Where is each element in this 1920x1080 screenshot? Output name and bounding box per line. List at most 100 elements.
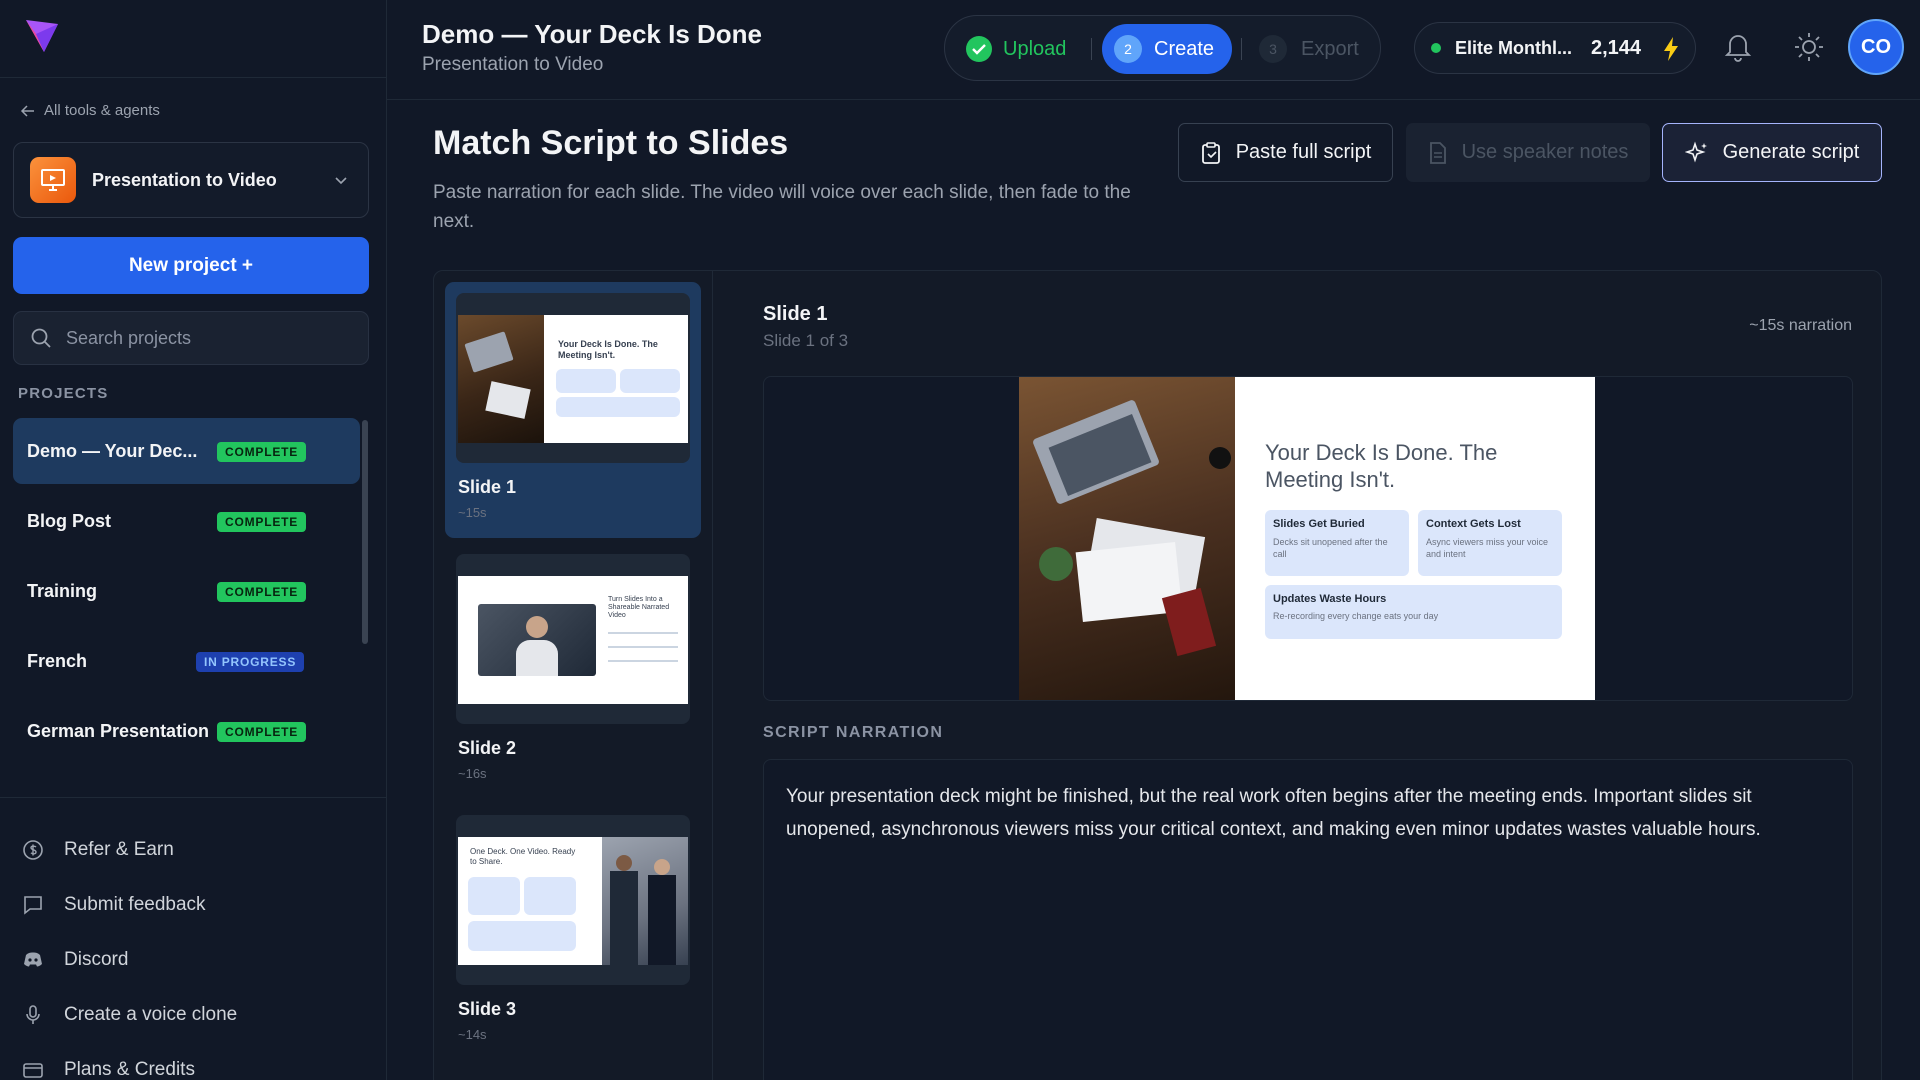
business-photo bbox=[602, 837, 688, 965]
slide-card-text: Async viewers miss your voice and intent bbox=[1426, 537, 1549, 559]
project-list-scrollbar[interactable] bbox=[362, 420, 368, 644]
status-badge: COMPLETE bbox=[217, 512, 307, 532]
thumbnail-frame: Turn Slides Into a Shareable Narrated Vi… bbox=[456, 554, 690, 724]
slide-thumbnail-title: Slide 3 bbox=[458, 999, 517, 1019]
slide-card bbox=[468, 877, 520, 915]
project-item[interactable]: Demo — Your Dec... COMPLETE bbox=[13, 418, 360, 484]
slide-thumbnail[interactable]: One Deck. One Video. Ready to Share. Sli… bbox=[445, 804, 701, 1060]
tool-selector[interactable]: Presentation to Video bbox=[13, 142, 369, 218]
slide-card bbox=[620, 369, 680, 393]
step-export: 3 Export bbox=[1259, 24, 1359, 74]
credit-card-icon bbox=[23, 1062, 43, 1078]
discord-link[interactable]: Discord bbox=[22, 932, 237, 987]
slide-thumbnail[interactable]: Turn Slides Into a Shareable Narrated Vi… bbox=[445, 543, 701, 799]
refer-earn-link[interactable]: Refer & Earn bbox=[22, 822, 237, 877]
slide-card bbox=[556, 397, 680, 417]
desk-photo bbox=[458, 315, 544, 443]
section-description: Paste narration for each slide. The vide… bbox=[433, 182, 1131, 232]
step-divider bbox=[1091, 38, 1092, 60]
slide-heading: Turn Slides Into a Shareable Narrated Vi… bbox=[608, 596, 670, 619]
plans-credits-label: Plans & Credits bbox=[64, 1058, 195, 1080]
sun-icon[interactable] bbox=[1792, 30, 1826, 64]
step-export-label: Export bbox=[1301, 37, 1359, 60]
credit-count: 2,144 bbox=[1591, 36, 1642, 59]
slide-card-text: Re-recording every change eats your day bbox=[1273, 611, 1439, 621]
discord-label: Discord bbox=[64, 948, 129, 970]
sidebar-footer-links: Refer & Earn Submit feedback Discord Cre… bbox=[22, 822, 237, 1080]
use-speaker-notes-button[interactable]: Use speaker notes bbox=[1406, 123, 1650, 182]
search-input[interactable] bbox=[66, 327, 346, 349]
all-tools-link[interactable]: All tools & agents bbox=[20, 102, 160, 119]
step-number: 2 bbox=[1114, 35, 1142, 63]
bell-icon[interactable] bbox=[1724, 30, 1752, 64]
submit-feedback-link[interactable]: Submit feedback bbox=[22, 877, 237, 932]
refer-earn-label: Refer & Earn bbox=[64, 838, 174, 860]
slide-card: Context Gets Lost Async viewers miss you… bbox=[1418, 510, 1562, 576]
slide-card-title: Updates Waste Hours bbox=[1273, 593, 1387, 605]
project-name: Demo — Your Dec... bbox=[27, 440, 198, 461]
project-item[interactable]: Blog Post COMPLETE bbox=[13, 488, 360, 554]
script-narration-textarea[interactable]: Your presentation deck might be finished… bbox=[763, 759, 1853, 1080]
voice-clone-link[interactable]: Create a voice clone bbox=[22, 987, 237, 1042]
use-speaker-notes-label: Use speaker notes bbox=[1461, 141, 1629, 163]
sidebar: All tools & agents Presentation to Video… bbox=[0, 0, 387, 1080]
top-header: Demo — Your Deck Is Done Presentation to… bbox=[387, 0, 1920, 100]
sparkles-icon bbox=[1684, 140, 1707, 163]
sidebar-header bbox=[0, 0, 386, 78]
script-narration-label: SCRIPT NARRATION bbox=[763, 724, 944, 741]
paste-full-script-button[interactable]: Paste full script bbox=[1178, 123, 1393, 182]
slide-3-image: One Deck. One Video. Ready to Share. bbox=[458, 837, 688, 965]
generate-script-button[interactable]: Generate script bbox=[1662, 123, 1882, 182]
clipboard-icon bbox=[1201, 141, 1220, 164]
slide-card: Updates Waste Hours Re-recording every c… bbox=[1265, 585, 1562, 639]
project-item[interactable]: Training COMPLETE bbox=[13, 558, 360, 624]
slide-2-image: Turn Slides Into a Shareable Narrated Vi… bbox=[458, 576, 688, 704]
document-icon bbox=[1429, 141, 1446, 164]
presentation-icon bbox=[30, 157, 76, 203]
slides-panel: Your Deck Is Done. The Meeting Isn't. Sl… bbox=[433, 270, 1882, 1080]
desk-photo bbox=[1019, 377, 1235, 700]
step-create[interactable]: 2 Create bbox=[1102, 24, 1232, 74]
paste-full-script-label: Paste full script bbox=[1235, 141, 1372, 163]
project-name: Blog Post bbox=[27, 510, 111, 531]
app-logo[interactable] bbox=[22, 16, 62, 56]
projects-heading: PROJECTS bbox=[18, 385, 109, 402]
slide-thumbnail[interactable]: Your Deck Is Done. The Meeting Isn't. Sl… bbox=[445, 282, 701, 538]
user-avatar[interactable]: CO bbox=[1848, 19, 1904, 75]
narration-duration: ~15s narration bbox=[1749, 317, 1852, 334]
step-upload[interactable]: Upload bbox=[965, 24, 1066, 74]
step-number: 3 bbox=[1259, 35, 1287, 63]
slide-detail-title: Slide 1 bbox=[763, 303, 828, 325]
generate-script-label: Generate script bbox=[1722, 141, 1860, 163]
slide-card: Slides Get Buried Decks sit unopened aft… bbox=[1265, 510, 1409, 576]
project-item[interactable]: German Presentation COMPLETE bbox=[13, 698, 360, 764]
slide-detail-subtitle: Slide 1 of 3 bbox=[763, 331, 849, 350]
new-project-button[interactable]: New project + bbox=[13, 237, 369, 294]
search-box bbox=[13, 311, 369, 365]
slide-preview-image: Your Deck Is Done. The Meeting Isn't. Sl… bbox=[1019, 377, 1595, 700]
project-list: Demo — Your Dec... COMPLETE Blog Post CO… bbox=[13, 418, 360, 768]
microphone-icon bbox=[26, 1004, 40, 1024]
plans-credits-link[interactable]: Plans & Credits bbox=[22, 1042, 237, 1080]
status-badge: COMPLETE bbox=[217, 442, 307, 462]
step-divider bbox=[1241, 38, 1242, 60]
tool-name: Presentation to Video bbox=[92, 169, 277, 190]
plan-credits-pill[interactable]: Elite Monthl... 2,144 bbox=[1414, 22, 1696, 74]
section-title: Match Script to Slides bbox=[433, 124, 789, 162]
search-icon bbox=[31, 328, 51, 348]
slide-thumbnail-title: Slide 1 bbox=[458, 477, 517, 497]
slide-thumbnail-duration: ~14s bbox=[458, 1027, 487, 1042]
slide-thumbnail-list: Your Deck Is Done. The Meeting Isn't. Sl… bbox=[434, 271, 713, 1080]
page-subtitle: Presentation to Video bbox=[422, 54, 604, 75]
slide-heading: Your Deck Is Done. The Meeting Isn't. bbox=[1265, 440, 1498, 492]
page-title: Demo — Your Deck Is Done bbox=[422, 19, 763, 49]
discord-icon bbox=[24, 952, 42, 966]
slide-thumbnail-duration: ~15s bbox=[458, 505, 487, 520]
step-create-label: Create bbox=[1154, 37, 1215, 60]
slide-1-image: Your Deck Is Done. The Meeting Isn't. bbox=[458, 315, 688, 443]
status-badge: COMPLETE bbox=[217, 722, 307, 742]
submit-feedback-label: Submit feedback bbox=[64, 893, 206, 915]
message-square-icon bbox=[24, 895, 42, 915]
project-item[interactable]: French IN PROGRESS bbox=[13, 628, 360, 694]
slide-thumbnail-title: Slide 2 bbox=[458, 738, 517, 758]
